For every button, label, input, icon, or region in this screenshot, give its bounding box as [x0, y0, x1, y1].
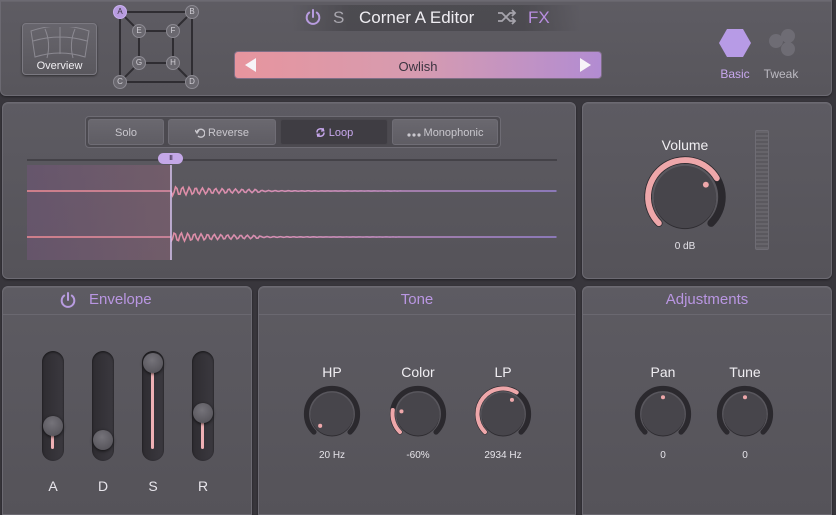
mode-basic-button[interactable]: Basic: [717, 28, 753, 81]
solo-label: Solo: [114, 127, 138, 139]
corner-node-a[interactable]: A: [113, 5, 127, 19]
loop-icon: [316, 127, 325, 138]
sustain-slider[interactable]: [142, 351, 164, 461]
volume-meter: [755, 130, 769, 250]
corner-grid: A B C D E F G H: [111, 3, 203, 91]
solo-toggle[interactable]: S: [333, 8, 344, 28]
attack-label: A: [48, 478, 58, 494]
solo-button[interactable]: Solo: [88, 119, 164, 145]
corner-node-d[interactable]: D: [185, 75, 199, 89]
envelope-title: Envelope: [89, 291, 152, 308]
sustain-fill: [151, 363, 154, 449]
release-thumb[interactable]: [193, 402, 213, 423]
envelope-divider: [3, 314, 251, 315]
monophonic-label: Monophonic: [423, 127, 484, 139]
corner-node-c[interactable]: C: [113, 75, 127, 89]
tune-value: 0: [742, 450, 748, 461]
mode-tweak-button[interactable]: Tweak: [761, 28, 801, 81]
hexagon-icon: [719, 29, 751, 57]
sample-panel: Solo Reverse Loop Monophonic III: [2, 102, 576, 279]
lp-knob[interactable]: [474, 385, 532, 443]
top-bar: Overview A B C D E F G H S Corner A Edit…: [0, 0, 832, 96]
shuffle-icon[interactable]: [497, 9, 517, 25]
hexagon-cluster-icon: [769, 29, 795, 56]
knob-indicator: [742, 395, 748, 400]
dots-icon: [406, 133, 421, 137]
volume-value: 0 dB: [674, 241, 696, 252]
corner-node-g[interactable]: G: [132, 56, 146, 70]
knob-indicator: [702, 181, 709, 188]
waveform-ruler: [27, 159, 557, 161]
decay-label: D: [97, 478, 109, 494]
adjustments-panel: Adjustments Pan 0 Tune 0: [582, 286, 832, 515]
adjustments-title: Adjustments: [665, 291, 749, 308]
loop-region: [27, 165, 171, 260]
decay-slider[interactable]: [92, 351, 114, 461]
volume-panel: Volume 0 dB: [582, 102, 832, 279]
attack-thumb[interactable]: [43, 415, 63, 436]
knob-indicator: [318, 423, 323, 428]
loop-button[interactable]: Loop: [280, 119, 388, 145]
corner-node-f[interactable]: F: [166, 24, 180, 38]
knob-body: [481, 392, 525, 436]
color-value: -60%: [406, 450, 430, 461]
pan-value: 0: [660, 450, 666, 461]
preset-selector[interactable]: Owlish: [234, 51, 602, 79]
overview-button[interactable]: Overview: [22, 23, 97, 75]
power-icon[interactable]: [304, 8, 322, 26]
sustain-label: S: [148, 478, 158, 494]
volume-knob[interactable]: [643, 155, 727, 239]
corner-node-e[interactable]: E: [132, 24, 146, 38]
editor-title: Corner A Editor: [359, 8, 475, 27]
pan-knob[interactable]: [634, 385, 692, 443]
envelope-power-icon[interactable]: [59, 291, 77, 309]
fx-button[interactable]: FX: [528, 8, 550, 28]
corner-node-h[interactable]: H: [166, 56, 180, 70]
corner-node-b[interactable]: B: [185, 5, 199, 19]
reverse-button[interactable]: Reverse: [168, 119, 276, 145]
release-slider[interactable]: [192, 351, 214, 461]
tone-panel: Tone HP 20 Hz Color -60% LP 2934 Hz: [258, 286, 576, 515]
overview-label: Overview: [36, 60, 83, 72]
loop-start-handle[interactable]: III: [158, 153, 183, 164]
hp-label: HP: [322, 364, 342, 380]
waveform-display[interactable]: [27, 165, 557, 260]
preset-name: Owlish: [398, 59, 438, 74]
hp-value: 20 Hz: [318, 450, 346, 461]
tune-knob[interactable]: [716, 385, 774, 443]
knob-indicator: [660, 395, 666, 400]
decay-thumb[interactable]: [93, 430, 113, 451]
mode-tweak-label: Tweak: [763, 67, 799, 81]
sustain-thumb[interactable]: [143, 353, 163, 373]
volume-title: Volume: [661, 137, 709, 153]
tone-title: Tone: [400, 291, 434, 308]
knob-body: [653, 165, 717, 229]
pan-label: Pan: [650, 364, 676, 380]
attack-slider[interactable]: [42, 351, 64, 461]
lp-label: LP: [494, 364, 512, 380]
undo-arrow-icon: [194, 128, 206, 138]
mode-basic-label: Basic: [720, 67, 750, 81]
sample-options: Solo Reverse Loop Monophonic: [85, 116, 501, 148]
release-label: R: [197, 478, 209, 494]
knob-indicator: [509, 397, 514, 402]
adjustments-divider: [583, 314, 831, 315]
knob-indicator: [399, 409, 404, 414]
envelope-panel: Envelope A D S R: [2, 286, 252, 515]
globe-icon: [30, 27, 90, 59]
next-preset-icon[interactable]: [579, 58, 591, 72]
knob-body: [396, 392, 440, 436]
color-knob[interactable]: [389, 385, 447, 443]
loop-label: Loop: [328, 127, 354, 139]
tone-divider: [259, 314, 575, 315]
lp-value: 2934 Hz: [484, 450, 522, 461]
monophonic-button[interactable]: Monophonic: [392, 119, 498, 145]
reverse-label: Reverse: [208, 127, 249, 139]
hp-knob[interactable]: [303, 385, 361, 443]
waveform-svg: [27, 165, 557, 260]
knob-body: [310, 392, 354, 436]
tune-label: Tune: [729, 364, 761, 380]
color-label: Color: [401, 364, 435, 380]
